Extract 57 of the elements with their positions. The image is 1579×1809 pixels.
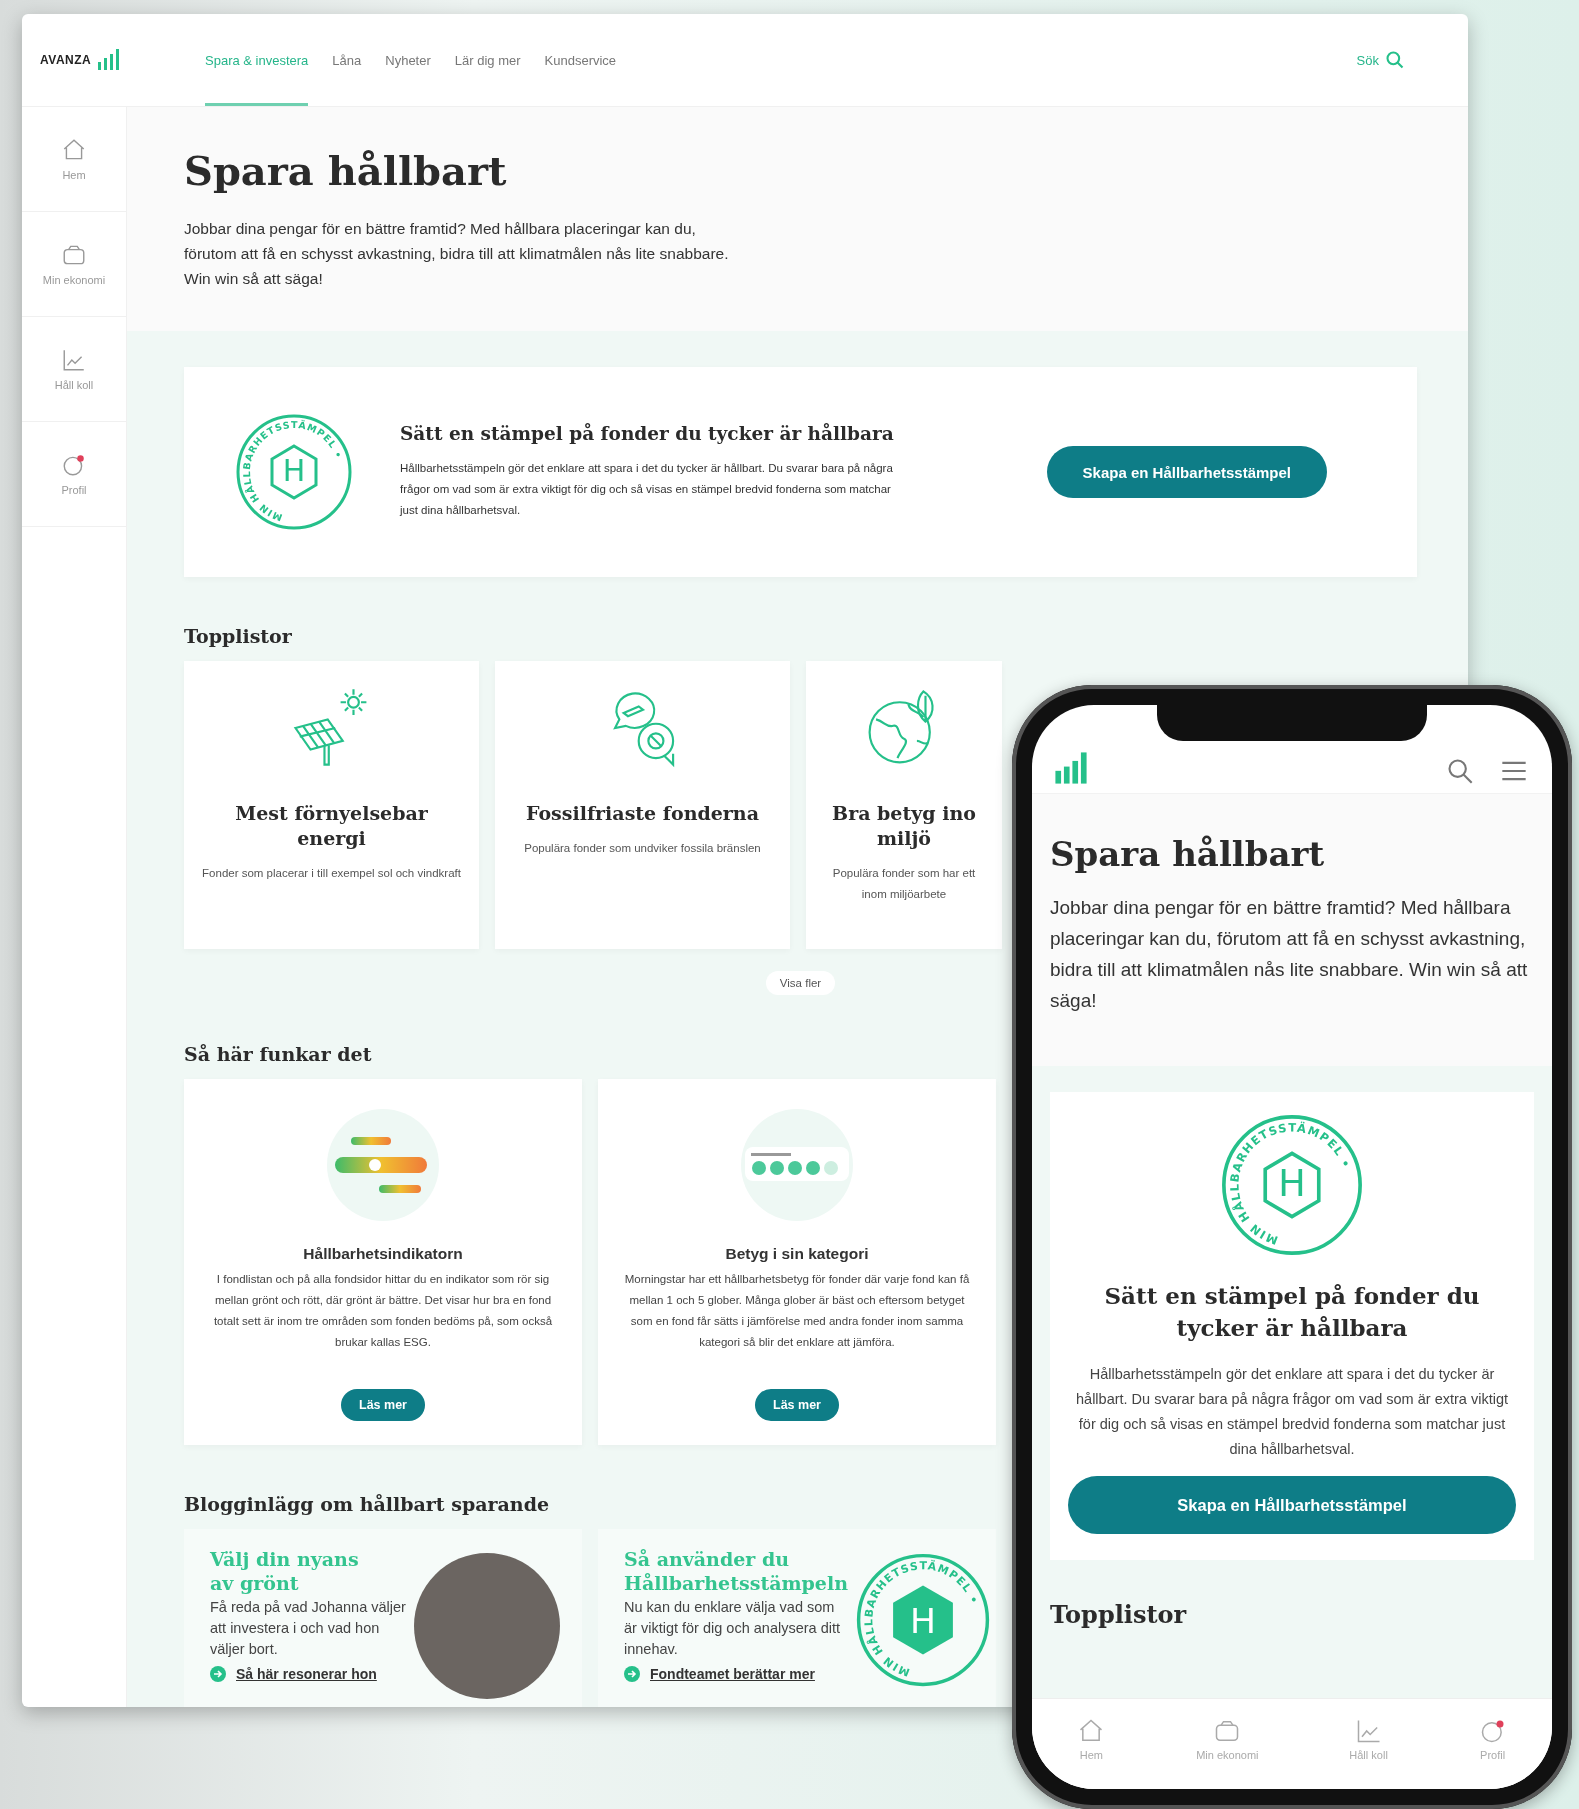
brand-logo-text[interactable]: AVANZA <box>40 53 92 67</box>
tab-bar-item[interactable]: Hem <box>1077 1717 1106 1761</box>
promo-title: Sätt en stämpel på fonder du tycker är hållbara <box>1103 1281 1481 1343</box>
card-title: Fossilfriaste fonderna <box>526 801 759 826</box>
create-stamp-button[interactable]: Skapa en Hållbarhetsstämpel <box>1068 1476 1516 1534</box>
card-title: Mest förnyelsebar energi <box>234 801 429 851</box>
card-title: Hållbarhetsindikatorn <box>303 1245 463 1263</box>
intro-text: Jobbar dina pengar för en bättre framtid? Med hållbara placeringar kan du, förutom att få en schysst avkastning, bidra till att klimatmålen nås lite snabbare. Win win så att säga! <box>1050 896 1529 1013</box>
nav-tab[interactable]: Nyheter <box>385 14 431 106</box>
promo-text: Hållbarhetsstämpeln gör det enklare att spara i det du tycker är hållbart. Du svarar bara på några frågor om vad som är extra viktigt för dig och så visas en stämpel bredvid fonderna som matchar just dina hållbarhetsval. <box>400 461 894 518</box>
create-stamp-button[interactable]: Skapa en Hållbarhetsstämpel <box>1046 446 1327 498</box>
sidebar-item[interactable]: Profil <box>22 422 126 527</box>
section-heading: Topplistor <box>1050 1600 1187 1629</box>
promo-title: Sätt en stämpel på fonder du tycker är hållbara <box>400 423 895 444</box>
card-title: Betyg i sin kategori <box>725 1245 869 1263</box>
show-more-button[interactable]: Visa fler <box>765 971 836 995</box>
card-text: Fonder som placerar i till exempel sol och vindkraft <box>202 866 461 881</box>
blog-card[interactable]: Välj din nyans av grönt Få reda på vad Johanna väljer att investera i och vad hon väljer bort. Så här resonerar hon <box>184 1529 582 1707</box>
blog-text: Nu kan du enklare välja vad som är viktigt för dig och analysera ditt innehav. <box>624 1598 841 1659</box>
signal-bars-icon[interactable] <box>1054 751 1088 785</box>
search-icon[interactable] <box>1385 50 1405 70</box>
card-text: Populära fonder som har ett inom miljöarbete <box>832 866 976 902</box>
promo-text: Hållbarhetsstämpeln gör det enklare att spara i det du tycker är hållbart. Du svarar bara på några frågor om vad som är extra viktigt för dig och så visas en stämpel bredvid fonderna som matchar just dina hållbarhetsval. <box>1075 1365 1509 1459</box>
blog-link[interactable]: Så här resonerar hon <box>210 1666 408 1682</box>
card-title: Bra betyg ino miljö <box>832 801 976 851</box>
profile-icon[interactable] <box>61 452 87 478</box>
chart-icon[interactable] <box>61 347 87 373</box>
toplist-card[interactable]: Mest förnyelsebar energi Fonder som placerar i till exempel sol och vindkraft <box>184 661 479 949</box>
search-link[interactable]: Sök <box>1356 50 1405 70</box>
read-more-button[interactable]: Läs mer <box>341 1389 425 1421</box>
section-heading: Blogginlägg om hållbart sparande <box>184 1493 550 1515</box>
toplist-card[interactable]: Fossilfriaste fonderna Populära fonder som undviker fossila bränslen <box>495 661 790 949</box>
page-title: Spara hållbart <box>184 147 508 194</box>
blog-text: Få reda på vad Johanna väljer att investera i och vad hon väljer bort. <box>210 1598 407 1659</box>
read-more-button[interactable]: Läs mer <box>755 1389 839 1421</box>
intro-text: Jobbar dina pengar för en bättre framtid? Med hållbara placeringar kan du, förutom att få en schysst avkastning, bidra till att klimatmålen nås lite snabbare. Win win så att säga! <box>184 219 730 289</box>
nav-tab[interactable]: Lär dig mer <box>454 14 521 106</box>
section-heading: Topplistor <box>184 625 292 647</box>
page-title: Spara hållbart <box>1050 834 1326 874</box>
card-text: I fondlistan och på alla fondsidor hittar du en indikator som rör sig mellan grönt och rött, där grönt är bättre. Det visar hur bra en fond totalt sett är inom tre områden som fonden bedöms på, som också brukar kallas ESG. <box>212 1272 554 1350</box>
nav-tab[interactable]: Kundservice <box>544 14 617 106</box>
blog-title: Välj din nyans av grönt <box>210 1547 360 1595</box>
tab-bar-item[interactable]: Min ekonomi <box>1196 1717 1259 1761</box>
toplist-card[interactable]: Bra betyg ino miljö Populära fonder som har ett inom miljöarbete <box>806 661 1002 949</box>
nav-tab[interactable]: Låna <box>332 14 362 106</box>
arrow-circle-icon[interactable] <box>624 1666 640 1682</box>
blog-link[interactable]: Fondteamet berättar mer <box>624 1666 848 1682</box>
arrow-circle-icon[interactable] <box>210 1666 226 1682</box>
card-text: Populära fonder som undviker fossila bränslen <box>524 841 761 856</box>
section-heading: Så här funkar det <box>184 1043 372 1065</box>
sidebar-item[interactable]: Min ekonomi <box>22 212 126 317</box>
blog-title: Så använder du Hållbarhetsstämpeln <box>624 1547 848 1595</box>
card-text: Morningstar har ett hållbarhetsbetyg för fonder där varje fond kan få mellan 1 och 5 glober. Många glober är bäst och eftersom betyget som en fond får sätts i jämförelse med andra fonder inom samma kategori så blir det enklare att jämföra. <box>623 1272 971 1350</box>
signal-bars-icon <box>96 48 121 72</box>
search-icon[interactable] <box>1446 757 1474 785</box>
sidebar-item[interactable]: Hem <box>22 107 126 212</box>
sidebar-item[interactable]: Håll koll <box>22 317 126 422</box>
